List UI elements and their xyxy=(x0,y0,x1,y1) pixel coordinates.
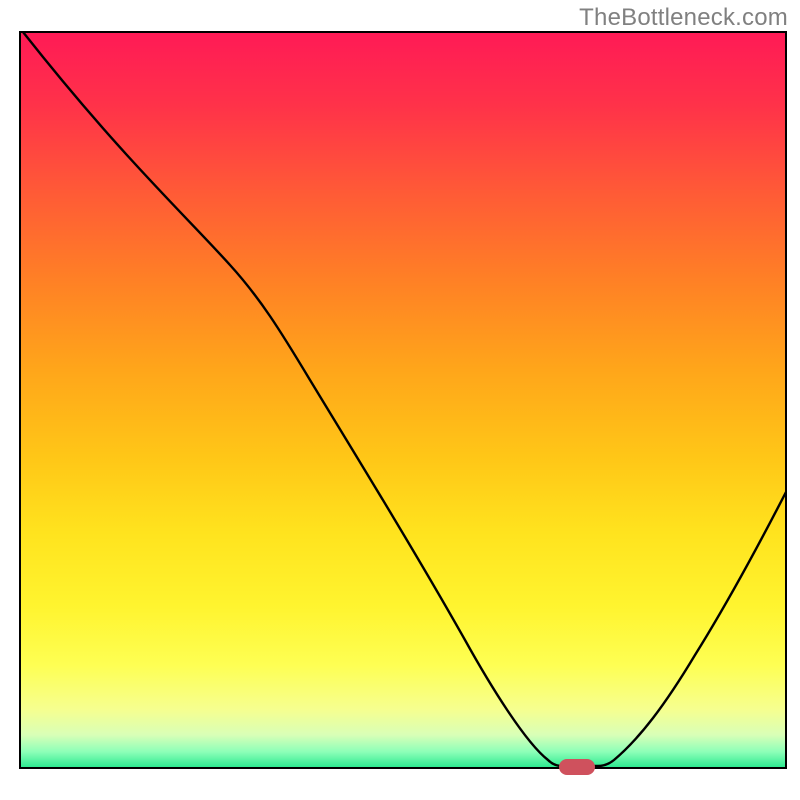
plot-background xyxy=(20,32,786,768)
optimum-marker xyxy=(559,759,595,775)
chart-svg xyxy=(0,0,800,800)
chart-canvas: TheBottleneck.com xyxy=(0,0,800,800)
watermark-text: TheBottleneck.com xyxy=(579,4,788,32)
